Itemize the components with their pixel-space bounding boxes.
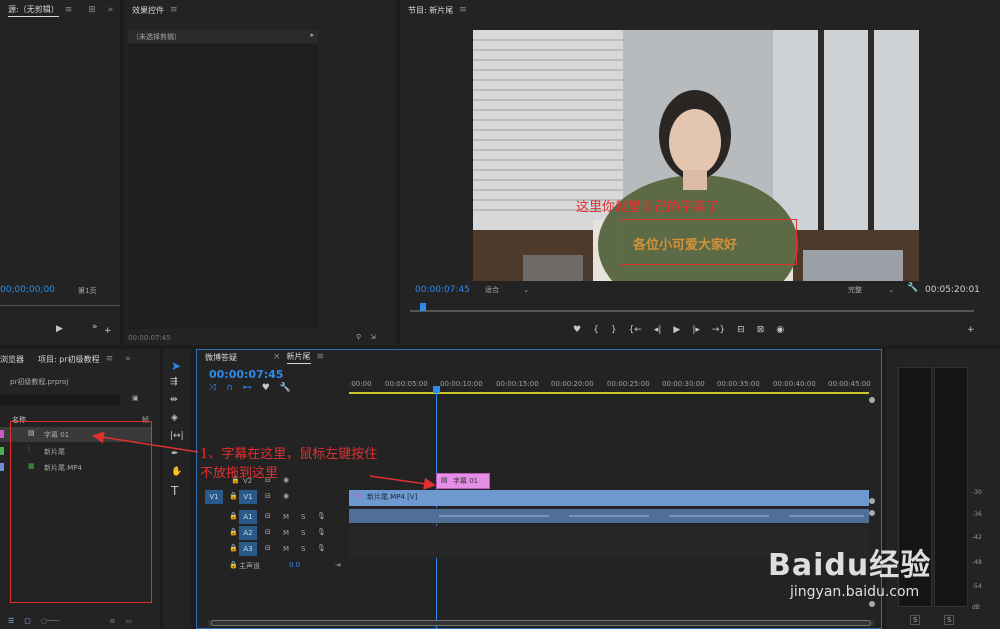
- meter-label: -42: [972, 534, 982, 541]
- baidu-watermark-logo: Baidu经验: [768, 548, 932, 583]
- baidu-watermark-url: jingyan.baidu.com: [790, 584, 920, 600]
- solo-right-button[interactable]: S: [944, 615, 955, 625]
- annotation-arrows: [92, 431, 436, 490]
- meter-label: -48: [972, 559, 982, 566]
- meter-label: -30: [972, 489, 982, 496]
- meter-label: -54: [972, 583, 982, 590]
- meter-label: -36: [972, 511, 982, 518]
- solo-left-button[interactable]: S: [910, 615, 921, 625]
- meter-label: dB: [972, 604, 980, 611]
- meter-right: [934, 367, 968, 607]
